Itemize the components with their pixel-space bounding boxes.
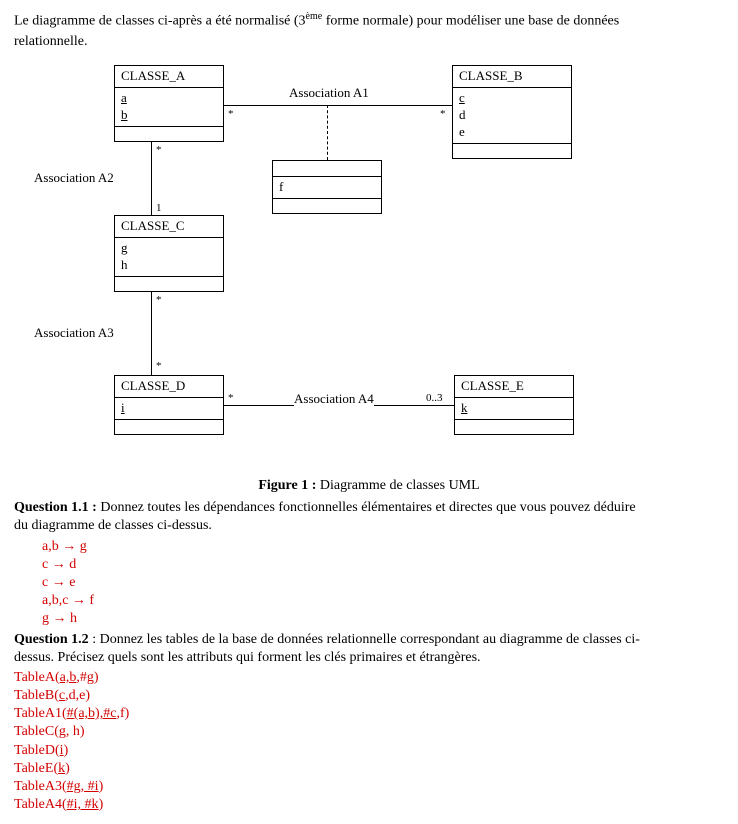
figure-caption-rest: Diagramme de classes UML <box>316 478 479 493</box>
class-a-box: CLASSE_A a b <box>114 65 224 142</box>
attr-e: e <box>459 124 565 141</box>
question-1-2: Question 1.2 : Donnez les tables de la b… <box>14 631 724 649</box>
attr-a: a <box>121 90 217 107</box>
attr-g: g <box>121 240 217 257</box>
table-a4: TableA4(#i, #k) <box>14 796 724 814</box>
figure-caption-bold: Figure 1 : <box>258 478 316 493</box>
intro-text-a: Le diagramme de classes ci-après a été n… <box>14 14 306 29</box>
class-c-name: CLASSE_C <box>115 216 223 238</box>
q11-text2: du diagramme de classes ci-dessus. <box>14 517 724 535</box>
attr-f: f <box>279 179 375 196</box>
class-a-name: CLASSE_A <box>115 66 223 88</box>
ans11-3: a,b,c → f <box>42 592 724 610</box>
intro-line2: relationnelle. <box>14 33 724 51</box>
ans11-1: c → d <box>42 556 724 574</box>
class-c-attrs: g h <box>115 238 223 277</box>
attr-i: i <box>121 400 217 417</box>
uml-diagram: CLASSE_A a b CLASSE_B c d e f CLASSE_C g… <box>14 55 714 475</box>
mult-starCtop: * <box>156 143 162 157</box>
q11-text: Donnez toutes les dépendances fonctionne… <box>97 500 636 515</box>
table-e: TableE(k) <box>14 760 724 778</box>
line-a1 <box>224 105 452 106</box>
intro-text-b: forme normale) pour modéliser une base d… <box>322 14 619 29</box>
ans11-2: c → e <box>42 574 724 592</box>
attr-b: b <box>121 107 217 124</box>
class-e-attrs: k <box>455 398 573 420</box>
table-c: TableC(g, h) <box>14 723 724 741</box>
answer-1-1: a,b → g c → d c → e a,b,c → f g → h <box>42 538 724 629</box>
label-a3: Association A3 <box>34 325 114 342</box>
table-d: TableD(i) <box>14 742 724 760</box>
mult-starB: * <box>440 107 446 121</box>
label-a2: Association A2 <box>34 170 114 187</box>
class-c-box: CLASSE_C g h <box>114 215 224 292</box>
attr-c: c <box>459 90 565 107</box>
mult-one: 1 <box>156 201 162 215</box>
assoc-class-box: f <box>272 160 382 214</box>
assoc-attrs: f <box>273 177 381 199</box>
q12-text: : Donnez les tables de la base de donnée… <box>89 632 640 647</box>
q11-bold: Question 1.1 : <box>14 500 97 515</box>
attr-d: d <box>459 107 565 124</box>
label-a1: Association A1 <box>289 85 369 102</box>
attr-k: k <box>461 400 567 417</box>
mult-starCbot: * <box>156 293 162 307</box>
class-b-attrs: c d e <box>453 88 571 144</box>
table-b: TableB(c,d,e) <box>14 687 724 705</box>
class-b-name: CLASSE_B <box>453 66 571 88</box>
class-b-box: CLASSE_B c d e <box>452 65 572 159</box>
class-e-name: CLASSE_E <box>455 376 573 398</box>
class-d-name: CLASSE_D <box>115 376 223 398</box>
mult-zero3: 0..3 <box>426 391 443 405</box>
q12-bold: Question 1.2 <box>14 632 89 647</box>
class-e-box: CLASSE_E k <box>454 375 574 435</box>
line-a1-dash <box>327 105 328 160</box>
mult-starDright: * <box>228 391 234 405</box>
table-a1: TableA1(#(a,b),#c,f) <box>14 705 724 723</box>
mult-starA: * <box>228 107 234 121</box>
attr-h: h <box>121 257 217 274</box>
table-a3: TableA3(#g, #i) <box>14 778 724 796</box>
line-a2 <box>151 141 152 215</box>
class-a-attrs: a b <box>115 88 223 127</box>
class-d-box: CLASSE_D i <box>114 375 224 435</box>
label-a4: Association A4 <box>294 391 374 408</box>
intro-sup: ème <box>306 11 323 22</box>
figure-caption: Figure 1 : Diagramme de classes UML <box>14 477 724 495</box>
line-a3 <box>151 291 152 375</box>
intro-line1: Le diagramme de classes ci-après a été n… <box>14 10 724 31</box>
table-a: TableA(a,b,#g) <box>14 669 724 687</box>
q12-text2: dessus. Précisez quels sont les attribut… <box>14 649 724 667</box>
mult-starDtop: * <box>156 359 162 373</box>
question-1-1: Question 1.1 : Donnez toutes les dépenda… <box>14 499 724 517</box>
ans11-0: a,b → g <box>42 538 724 556</box>
class-d-attrs: i <box>115 398 223 420</box>
ans11-4: g → h <box>42 610 724 628</box>
